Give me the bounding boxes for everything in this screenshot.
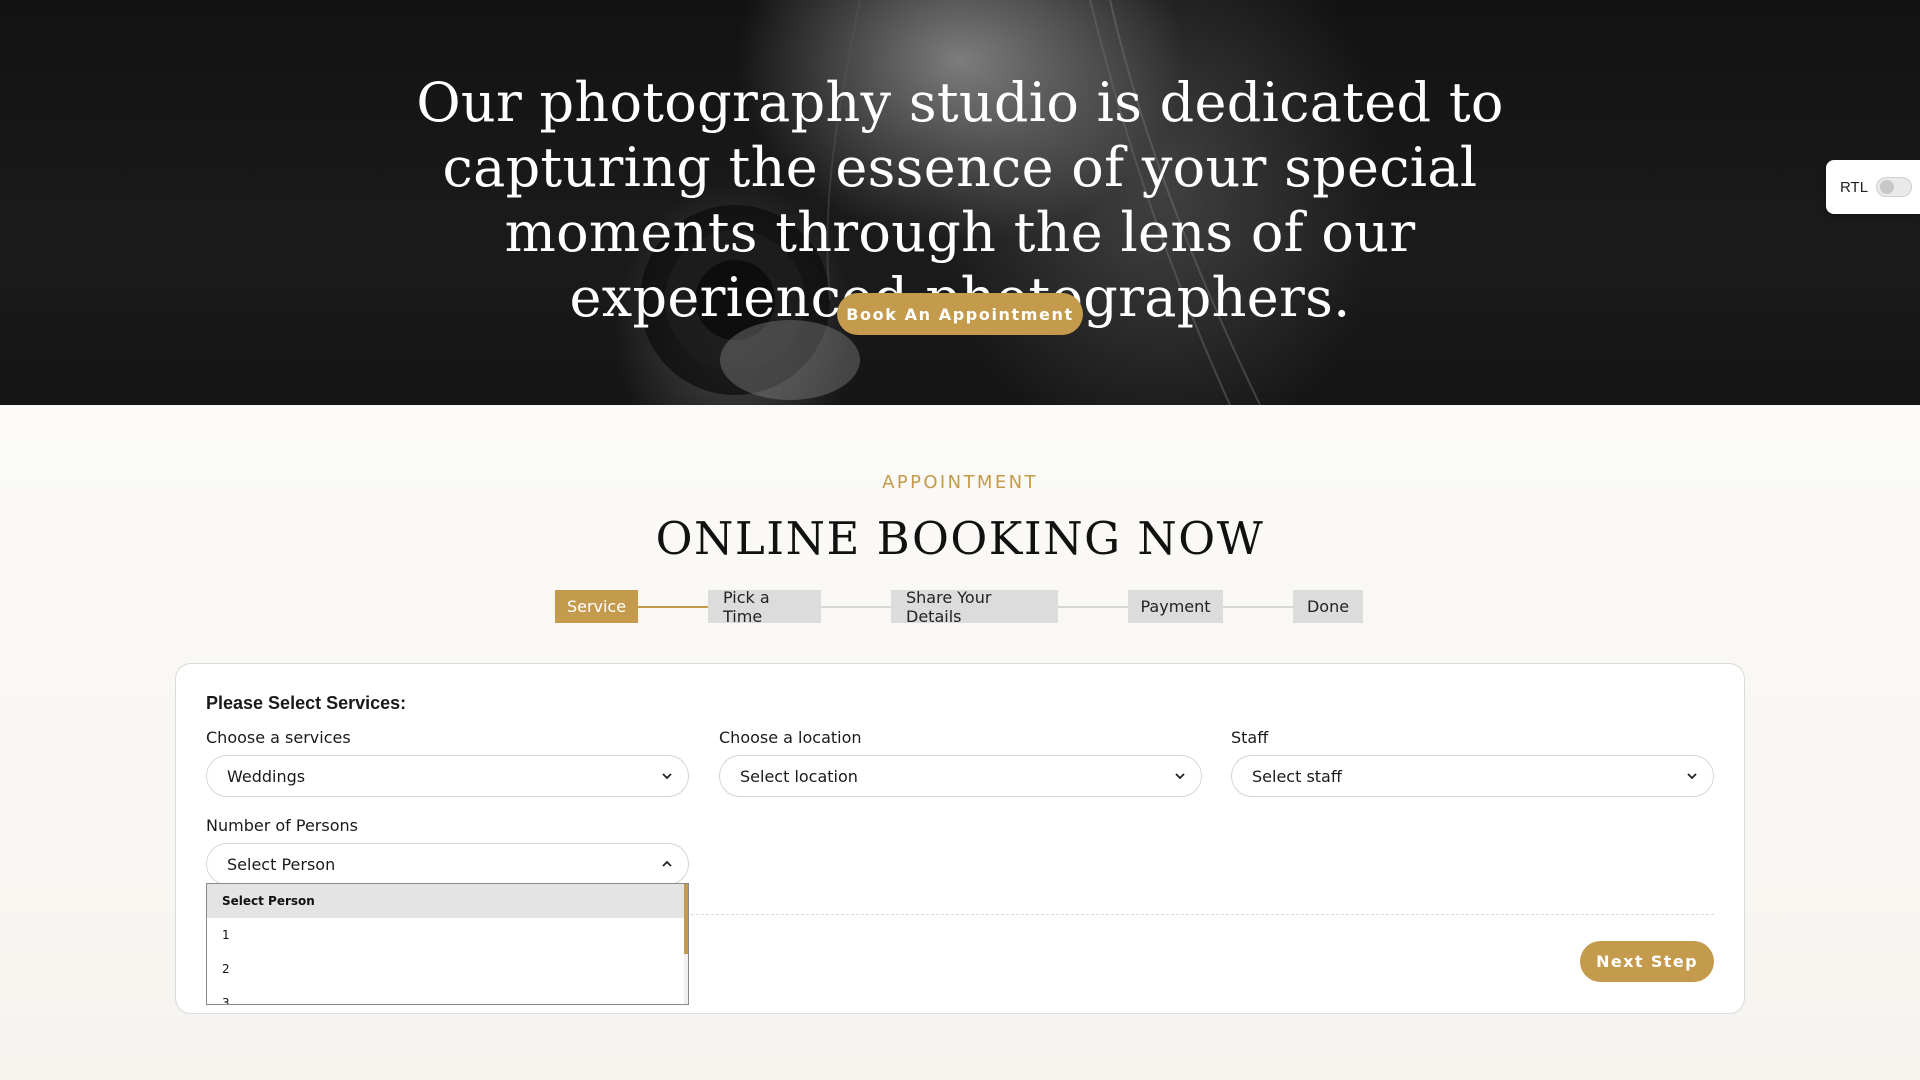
chevron-down-icon — [1175, 773, 1185, 780]
step-share-your-details[interactable]: Share Your Details — [891, 588, 1058, 626]
rtl-label: RTL — [1840, 178, 1869, 196]
staff-select[interactable]: Select staff — [1231, 755, 1714, 797]
chevron-down-icon — [662, 773, 672, 780]
chevron-down-icon — [1687, 773, 1697, 780]
persons-value: Select Person — [227, 854, 336, 874]
switch-knob — [1880, 180, 1895, 194]
booking-steps: Service Pick a Time Share Your Details P… — [555, 588, 1365, 626]
rtl-switch[interactable] — [1876, 177, 1913, 197]
staff-label: Staff — [1231, 728, 1269, 747]
step-service[interactable]: Service — [555, 590, 638, 623]
persons-label: Number of Persons — [206, 816, 358, 835]
dropdown-option[interactable]: 1 — [207, 918, 688, 952]
rtl-toggle[interactable]: RTL — [1826, 160, 1920, 214]
step-connector — [1223, 606, 1293, 608]
dropdown-option[interactable]: 2 — [207, 952, 688, 986]
location-value: Select location — [740, 766, 858, 786]
dropdown-option[interactable]: 3 — [207, 986, 688, 1004]
chevron-up-icon — [662, 860, 672, 867]
service-select[interactable]: Weddings — [206, 755, 689, 797]
step-connector — [1058, 606, 1128, 608]
service-value: Weddings — [227, 766, 306, 786]
book-appointment-button[interactable]: Book An Appointment — [837, 293, 1083, 335]
dropdown-scrollbar-thumb[interactable] — [684, 884, 688, 954]
persons-dropdown-list[interactable]: Select Person 1 2 3 — [206, 883, 689, 1005]
section-title: ONLINE BOOKING NOW — [655, 512, 1265, 565]
section-eyebrow: APPOINTMENT — [882, 472, 1038, 493]
staff-value: Select staff — [1252, 766, 1342, 786]
persons-select[interactable]: Select Person — [206, 843, 689, 885]
service-label: Choose a services — [206, 728, 351, 747]
form-title: Please Select Services: — [206, 693, 407, 713]
step-connector — [638, 606, 708, 608]
hero-banner: Our photography studio is dedicated to c… — [0, 0, 1920, 405]
step-done[interactable]: Done — [1293, 590, 1363, 623]
next-step-button[interactable]: Next Step — [1580, 941, 1714, 982]
step-payment[interactable]: Payment — [1128, 590, 1223, 623]
hero-headline: Our photography studio is dedicated to c… — [416, 71, 1504, 329]
location-select[interactable]: Select location — [719, 755, 1202, 797]
location-label: Choose a location — [719, 728, 862, 747]
dropdown-option[interactable]: Select Person — [207, 884, 688, 918]
step-pick-a-time[interactable]: Pick a Time — [708, 588, 821, 626]
step-connector — [821, 606, 891, 608]
